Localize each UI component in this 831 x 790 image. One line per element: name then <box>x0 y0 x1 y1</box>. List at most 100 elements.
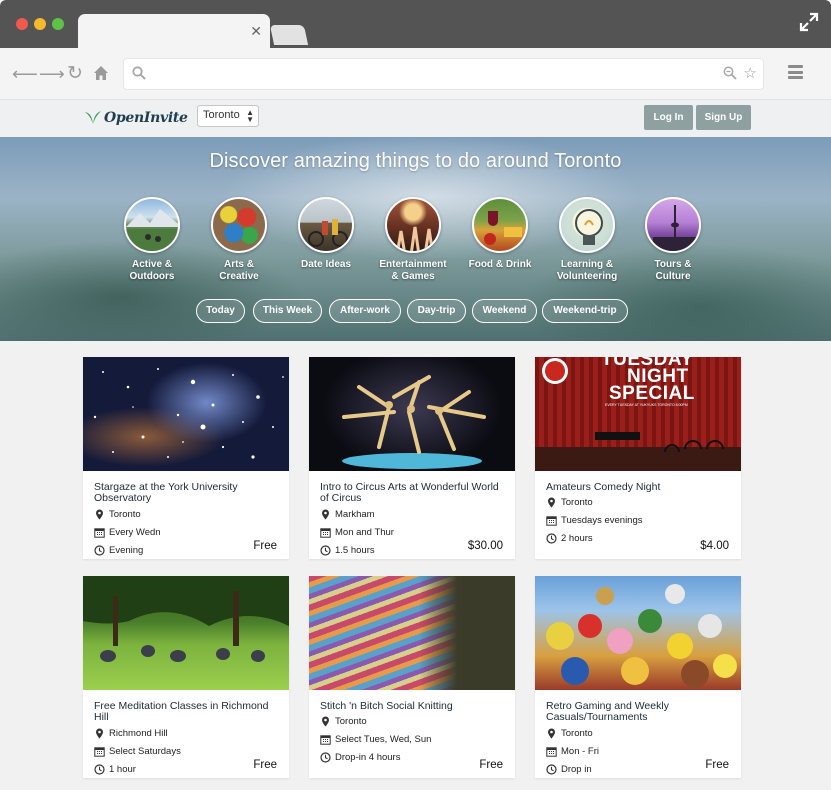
logo-bird-icon <box>85 111 101 124</box>
filter-weekend-trip[interactable]: Weekend-trip <box>542 299 628 323</box>
listing-image <box>309 357 515 471</box>
category-image <box>298 197 354 253</box>
listing-title[interactable]: Stargaze at the York University Observat… <box>94 482 284 504</box>
clock-icon <box>320 752 331 763</box>
listing-price: $4.00 <box>700 540 729 552</box>
reload-icon[interactable]: ↻ <box>67 64 83 84</box>
signup-button[interactable]: Sign Up <box>696 105 751 130</box>
filter-this-week[interactable]: This Week <box>253 299 322 323</box>
category-label: Arts & Creative <box>219 259 259 282</box>
listing-duration: Drop-in 4 hours <box>320 752 400 763</box>
listing-title[interactable]: Free Meditation Classes in Richmond Hill <box>94 701 284 723</box>
calendar-icon <box>94 747 105 757</box>
tab-close-icon[interactable]: ✕ <box>250 23 262 40</box>
listing-duration: Drop in <box>546 764 592 775</box>
fullscreen-icon[interactable] <box>799 12 819 32</box>
city-select[interactable]: Toronto ▲ ▼ <box>197 105 259 127</box>
browser-menu-icon[interactable] <box>788 65 803 79</box>
calendar-icon <box>546 747 557 757</box>
listing-duration-text: 2 hours <box>561 533 593 544</box>
category-image <box>559 197 615 253</box>
listing-location: Toronto <box>546 497 593 508</box>
listing-schedule: Select Saturdays <box>94 746 181 757</box>
listing-card[interactable]: Retro Gaming and Weekly Casuals/Tourname… <box>535 576 741 778</box>
address-bar[interactable]: ☆ <box>123 58 764 90</box>
listing-card[interactable]: Intro to Circus Arts at Wonderful World … <box>309 357 515 559</box>
listing-duration-text: 1 hour <box>109 764 136 775</box>
select-arrows-icon: ▲ ▼ <box>246 108 254 124</box>
map-pin-icon <box>548 728 555 739</box>
listing-schedule: Every Wedn <box>94 527 161 538</box>
listing-duration-text: 1.5 hours <box>335 545 375 556</box>
minimize-window-button[interactable] <box>34 18 46 30</box>
category-arts-creative[interactable]: Arts & Creative <box>199 197 279 283</box>
listings-area: Stargaze at the York University Observat… <box>0 341 831 790</box>
comedy-poster-subtext: EVERY TUESDAY AT YUKYUKS TORONTO 8:00PM <box>605 403 688 407</box>
openinvite-logo[interactable]: OpenInvite <box>84 106 188 130</box>
listing-price: $30.00 <box>467 540 503 552</box>
category-label: Tours & Culture <box>654 259 692 282</box>
logo-text: OpenInvite <box>104 110 188 126</box>
site-header: OpenInvite Toronto ▲ ▼ Log In Sign Up <box>0 100 831 137</box>
listing-duration: Evening <box>94 545 143 556</box>
listing-location: Toronto <box>94 509 141 520</box>
category-food-drink[interactable]: Food & Drink <box>460 197 540 271</box>
browser-tab-active[interactable]: ✕ <box>78 14 270 50</box>
listing-title[interactable]: Retro Gaming and Weekly Casuals/Tourname… <box>546 701 736 723</box>
filter-today[interactable]: Today <box>196 299 245 323</box>
clock-icon <box>546 764 557 775</box>
listing-image: TUESDAY NIGHT SPECIAL EVERY TUESDAY AT Y… <box>535 357 741 471</box>
listing-card[interactable]: Free Meditation Classes in Richmond Hill… <box>83 576 289 778</box>
listing-duration-text: Evening <box>109 545 144 556</box>
filter-weekend[interactable]: Weekend <box>472 299 537 323</box>
category-label: Active & Outdoors <box>129 259 175 282</box>
listing-schedule: Select Tues, Wed, Sun <box>320 734 431 745</box>
listing-title[interactable]: Intro to Circus Arts at Wonderful World … <box>320 482 510 504</box>
category-image <box>645 197 701 253</box>
listing-location: Toronto <box>546 728 593 739</box>
listing-title[interactable]: Stitch 'n Bitch Social Knitting <box>320 701 510 712</box>
category-label: Date Ideas <box>300 259 352 270</box>
category-label: Learning & Volunteering <box>556 259 618 282</box>
listing-schedule-text: Tuesdays evenings <box>561 515 643 526</box>
maximize-window-button[interactable] <box>52 18 64 30</box>
listing-image <box>309 576 515 690</box>
city-select-value: Toronto <box>203 109 240 121</box>
login-button[interactable]: Log In <box>644 105 693 130</box>
filter-day-trip[interactable]: Day-trip <box>407 299 466 323</box>
listing-location-text: Toronto <box>109 509 141 520</box>
category-label: Food & Drink <box>468 259 532 270</box>
listing-image <box>83 576 289 690</box>
category-label: Entertainment & Games <box>379 259 447 282</box>
calendar-icon <box>94 528 105 538</box>
category-tours-culture[interactable]: Tours & Culture <box>633 197 713 283</box>
listing-card[interactable]: TUESDAY NIGHT SPECIAL EVERY TUESDAY AT Y… <box>535 357 741 559</box>
calendar-icon <box>320 528 331 538</box>
clock-icon <box>94 764 105 775</box>
listing-card[interactable]: Stitch 'n Bitch Social Knitting Toronto … <box>309 576 515 778</box>
listing-schedule-text: Every Wedn <box>109 527 161 538</box>
new-tab-button[interactable] <box>269 25 309 45</box>
bookmark-star-icon[interactable]: ☆ <box>744 64 757 82</box>
category-active-outdoors[interactable]: Active & Outdoors <box>112 197 192 283</box>
filter-after-work[interactable]: After-work <box>329 299 401 323</box>
listing-price: Free <box>253 759 277 771</box>
url-input[interactable] <box>154 63 714 85</box>
close-window-button[interactable] <box>16 18 28 30</box>
listing-location: Toronto <box>320 716 367 727</box>
category-entertainment-games[interactable]: Entertainment & Games <box>373 197 453 283</box>
listing-duration: 1 hour <box>94 764 136 775</box>
category-image <box>124 197 180 253</box>
map-pin-icon <box>548 497 555 508</box>
listing-duration-text: Drop in <box>561 764 592 775</box>
home-icon[interactable] <box>93 65 109 81</box>
zoom-icon[interactable] <box>723 66 737 80</box>
listing-title[interactable]: Amateurs Comedy Night <box>546 482 736 493</box>
listing-location-text: Toronto <box>561 728 593 739</box>
forward-arrow-icon[interactable]: ⟶ <box>39 64 65 84</box>
category-learning-volunteering[interactable]: Learning & Volunteering <box>547 197 627 283</box>
category-date-ideas[interactable]: Date Ideas <box>286 197 366 271</box>
listing-location-text: Richmond Hill <box>109 728 168 739</box>
listing-card[interactable]: Stargaze at the York University Observat… <box>83 357 289 559</box>
back-arrow-icon[interactable]: ⟵ <box>12 64 38 84</box>
